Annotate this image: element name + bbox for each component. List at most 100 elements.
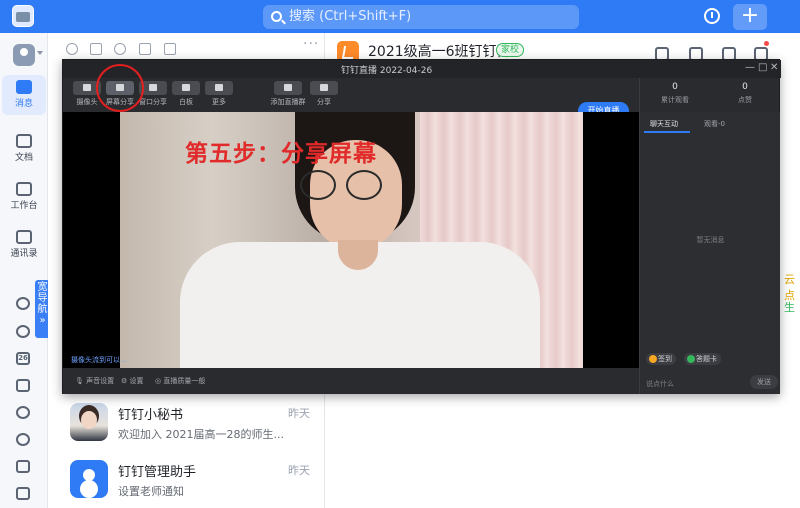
peek-text: 生 bbox=[784, 301, 795, 314]
flash-icon[interactable] bbox=[16, 406, 30, 419]
tab-chat[interactable]: 聊天互动 bbox=[650, 119, 678, 129]
left-nav: 消息 文档 工作台 通讯录 26 宽导航 » bbox=[0, 33, 50, 508]
add-group-icon bbox=[274, 81, 302, 95]
audio-settings-button[interactable]: 🎙 声音设置 bbox=[75, 376, 114, 386]
conversation-preview: 设置老师通知 bbox=[118, 485, 184, 498]
search-input[interactable]: 搜索 (Ctrl+Shift+F) bbox=[263, 5, 579, 29]
stat-label: 点赞 bbox=[738, 96, 752, 104]
conversation-time: 昨天 bbox=[288, 407, 310, 420]
toolbar-label: 分享 bbox=[317, 98, 331, 106]
nav-label: 工作台 bbox=[10, 201, 38, 211]
glasses-left bbox=[300, 170, 336, 200]
nav-item-documents[interactable]: 文档 bbox=[2, 129, 46, 169]
nav-label: 通讯录 bbox=[10, 249, 38, 259]
add-button[interactable]: + bbox=[733, 4, 767, 30]
toolbar-label: 更多 bbox=[212, 98, 226, 106]
chat-input[interactable]: 说点什么 bbox=[646, 379, 674, 389]
nav-label: 消息 bbox=[14, 99, 33, 109]
group-tag: 家校 bbox=[496, 43, 525, 57]
grid-icon bbox=[205, 81, 233, 95]
avatar bbox=[70, 403, 108, 441]
maximize-icon[interactable]: □ bbox=[758, 62, 767, 73]
live-title-bar: 钉钉直播 2022-04-26 — □ ✕ bbox=[63, 60, 781, 78]
message-icon bbox=[16, 80, 32, 94]
close-icon[interactable]: ✕ bbox=[770, 62, 778, 73]
conversation-name: 钉钉小秘书 bbox=[118, 408, 184, 423]
mic-icon: 🎙 bbox=[75, 377, 84, 385]
share-icon bbox=[310, 81, 338, 95]
minimize-icon[interactable]: — bbox=[745, 62, 755, 73]
history-icon[interactable] bbox=[704, 8, 720, 24]
quality-indicator[interactable]: ◎ 直播质量一般 bbox=[155, 376, 205, 386]
at-icon[interactable] bbox=[66, 43, 78, 55]
conversation-time: 昨天 bbox=[288, 464, 310, 477]
bottom-label: 设置 bbox=[129, 377, 144, 385]
list-item[interactable]: 钉钉管理助手 昨天 设置老师通知 bbox=[48, 456, 325, 506]
bottom-label: 直播质量一般 bbox=[163, 377, 206, 385]
settings-button[interactable]: ⚙ 设置 bbox=[121, 376, 144, 386]
todo-icon[interactable] bbox=[16, 379, 30, 392]
whiteboard-icon bbox=[172, 81, 200, 95]
stat-total-views: 0 累计观看 bbox=[640, 82, 710, 105]
search-icon bbox=[271, 11, 282, 22]
video-preview: 第五步：分享屏幕 摄像头流到可以... bbox=[63, 112, 639, 368]
nav-item-messages[interactable]: 消息 bbox=[2, 75, 46, 115]
file-icon[interactable] bbox=[139, 43, 151, 55]
live-toolbar: 摄像头 屏幕分享 窗口分享 白板 更多 添加直播群 分享 开始直播 bbox=[63, 78, 639, 120]
conversation-name: 钉钉管理助手 bbox=[118, 465, 197, 480]
annotation-circle bbox=[96, 64, 144, 112]
calendar-icon[interactable]: 26 bbox=[16, 352, 30, 365]
step-annotation: 第五步：分享屏幕 bbox=[185, 141, 377, 167]
tab-viewers[interactable]: 观看-0 bbox=[704, 119, 725, 129]
list-item[interactable]: 钉钉小秘书 昨天 欢迎加入 2021届高一28的师生... bbox=[48, 399, 325, 449]
nav-item-contacts[interactable]: 通讯录 bbox=[2, 225, 46, 265]
conversation-preview: 欢迎加入 2021届高一28的师生... bbox=[118, 428, 284, 441]
cloud-icon[interactable] bbox=[16, 325, 30, 338]
send-button[interactable]: 发送 bbox=[750, 375, 778, 389]
mail-icon[interactable] bbox=[16, 460, 30, 473]
answer-card-chip[interactable]: 答题卡 bbox=[684, 353, 721, 365]
video-caption: 摄像头流到可以... bbox=[71, 356, 127, 364]
quality-icon: ◎ bbox=[155, 377, 162, 385]
drive-icon[interactable] bbox=[16, 487, 30, 500]
star-icon[interactable] bbox=[90, 43, 102, 55]
add-group-button[interactable]: 添加直播群 bbox=[271, 81, 306, 107]
expand-nav-label: 宽导航 bbox=[37, 282, 48, 315]
stat-likes: 0 点赞 bbox=[710, 82, 780, 105]
empty-message: 暂无消息 bbox=[696, 236, 725, 244]
interaction-panel: 聊天互动 观看-0 暂无消息 签到 答题卡 说点什么 发送 bbox=[639, 112, 780, 394]
doc-icon[interactable] bbox=[164, 43, 176, 55]
live-title: 钉钉直播 2022-04-26 bbox=[341, 66, 433, 76]
share-button[interactable]: 分享 bbox=[308, 81, 340, 107]
document-icon bbox=[16, 134, 32, 148]
org-avatar[interactable] bbox=[13, 44, 35, 66]
checkin-chip[interactable]: 签到 bbox=[646, 353, 676, 365]
chevron-down-icon[interactable] bbox=[37, 51, 43, 55]
nav-label: 文档 bbox=[14, 153, 33, 163]
stat-label: 累计观看 bbox=[661, 96, 689, 104]
glasses-right bbox=[346, 170, 382, 200]
camera-feed: 第五步：分享屏幕 bbox=[120, 112, 583, 368]
box-icon[interactable] bbox=[16, 433, 30, 446]
nav-item-workbench[interactable]: 工作台 bbox=[2, 177, 46, 217]
contacts-icon bbox=[16, 230, 32, 244]
phone-icon[interactable] bbox=[16, 297, 30, 310]
bottom-label: 声音设置 bbox=[86, 377, 115, 385]
more-button[interactable]: 更多 bbox=[203, 81, 235, 107]
top-bar: 搜索 (Ctrl+Shift+F) + bbox=[0, 0, 800, 33]
workbench-icon bbox=[16, 182, 32, 196]
tab-underline bbox=[644, 131, 690, 133]
app-logo[interactable] bbox=[12, 5, 34, 27]
more-icon[interactable]: ··· bbox=[303, 36, 319, 52]
double-chevron-icon: » bbox=[39, 315, 46, 326]
live-window: 钉钉直播 2022-04-26 — □ ✕ 摄像头 屏幕分享 窗口分享 白板 更… bbox=[62, 59, 781, 394]
group-name[interactable]: 2021级高一6班钉钉群 bbox=[368, 41, 511, 61]
live-bottom-bar: 🎙 声音设置 ⚙ 设置 ◎ 直播质量一般 bbox=[63, 368, 639, 394]
notification-dot bbox=[764, 41, 769, 46]
clock-icon[interactable] bbox=[114, 43, 126, 55]
live-stats: 0 累计观看 0 点赞 bbox=[639, 78, 780, 112]
search-placeholder: 搜索 (Ctrl+Shift+F) bbox=[289, 9, 412, 24]
stat-value: 0 bbox=[742, 82, 748, 92]
avatar bbox=[70, 460, 108, 498]
gear-icon: ⚙ bbox=[121, 377, 128, 385]
